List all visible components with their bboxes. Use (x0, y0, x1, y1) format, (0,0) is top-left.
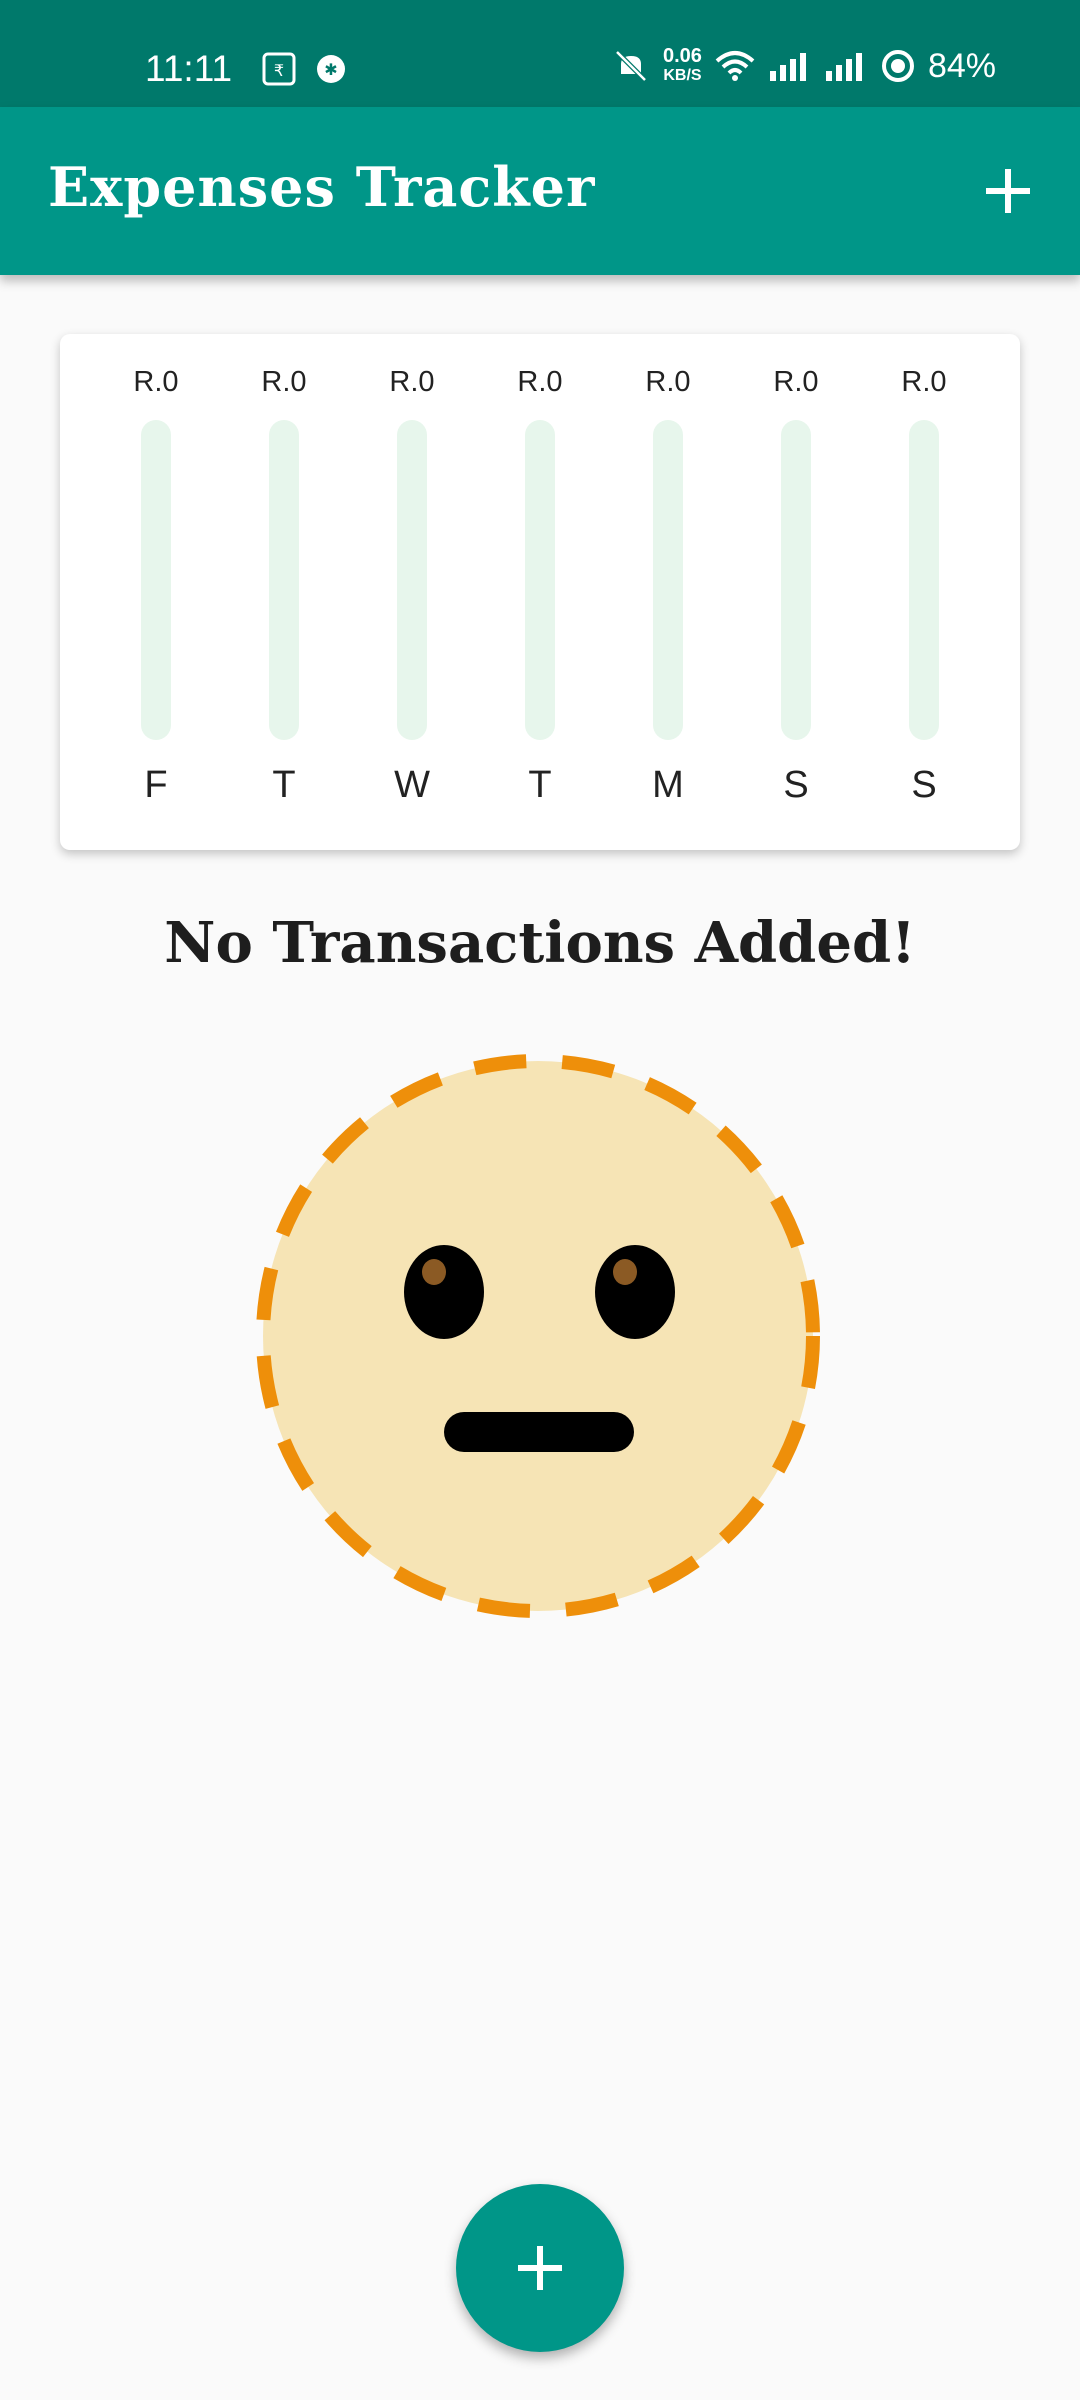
bar-day-label: T (528, 764, 552, 806)
bar-day-label: F (144, 764, 168, 806)
battery-ring-icon (881, 50, 914, 82)
signal-icon-sim1 (769, 53, 806, 81)
chat-app-icon: ✱ (317, 55, 345, 83)
page-title: Expenses Tracker (48, 155, 596, 219)
bar-track (141, 420, 171, 740)
bar-track (781, 420, 811, 740)
bar-track (269, 420, 299, 740)
bar-track (525, 420, 555, 740)
neutral-face-icon (256, 1054, 820, 1618)
status-bar: 11:11 ₹ ✱ 0.06 KB/S 84% (0, 0, 1080, 107)
signal-icon-sim2 (825, 53, 862, 81)
speed-value: 0.06 (663, 45, 702, 67)
battery-percent: 84% (927, 46, 996, 85)
mute-icon (615, 50, 647, 82)
app-bar: Expenses Tracker (0, 107, 1080, 275)
status-time: 11:11 (145, 48, 233, 89)
bar-day-label: S (911, 764, 937, 806)
bar-track (909, 420, 939, 740)
chart-bar-column: R.0 M (604, 334, 732, 850)
chart-bar-column: R.0 S (860, 334, 988, 850)
chart-bar-column: R.0 F (92, 334, 220, 850)
empty-state-message: No Transactions Added! (164, 910, 916, 976)
bar-amount-label: R.0 (773, 366, 819, 398)
speed-unit: KB/S (663, 67, 702, 84)
bar-amount-label: R.0 (517, 366, 563, 398)
bar-amount-label: R.0 (389, 366, 435, 398)
plus-icon (986, 169, 1030, 213)
bar-amount-label: R.0 (133, 366, 179, 398)
add-transaction-button[interactable] (972, 155, 1044, 227)
plus-icon (518, 2246, 562, 2290)
weekly-spending-chart: R.0 F R.0 T R.0 W R.0 T R.0 M R.0 S R.0 S (60, 334, 1020, 850)
wifi-icon (715, 51, 755, 81)
rupee-app-icon: ₹ (262, 52, 296, 86)
bar-track (397, 420, 427, 740)
network-speed: 0.06 KB/S (663, 46, 702, 86)
bar-day-label: M (652, 764, 684, 806)
chart-bar-column: R.0 T (476, 334, 604, 850)
svg-text:✱: ✱ (324, 60, 337, 79)
floating-add-button[interactable] (456, 2184, 624, 2352)
chart-bar-column: R.0 S (732, 334, 860, 850)
status-system-icons: 0.06 KB/S 84% (611, 46, 996, 86)
bar-day-label: S (783, 764, 809, 806)
bar-day-label: T (272, 764, 296, 806)
chart-bar-column: R.0 T (220, 334, 348, 850)
bar-amount-label: R.0 (645, 366, 691, 398)
status-notification-icons: ₹ ✱ (262, 52, 348, 86)
bar-amount-label: R.0 (261, 366, 307, 398)
svg-text:₹: ₹ (274, 61, 284, 80)
bar-track (653, 420, 683, 740)
chart-bar-column: R.0 W (348, 334, 476, 850)
bar-day-label: W (394, 764, 430, 806)
bar-amount-label: R.0 (901, 366, 947, 398)
